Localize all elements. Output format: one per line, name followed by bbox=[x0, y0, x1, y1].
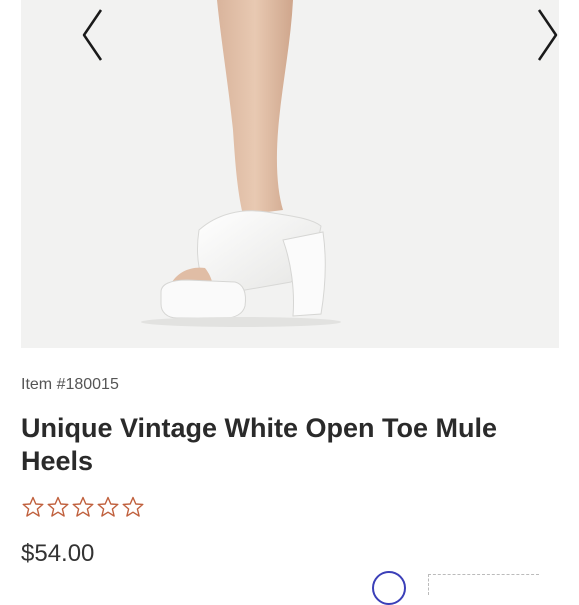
chevron-left-icon bbox=[82, 9, 103, 61]
item-number: Item #180015 bbox=[21, 376, 119, 393]
previous-image-button[interactable] bbox=[73, 6, 113, 64]
star-rating[interactable] bbox=[21, 495, 145, 519]
partial-widget bbox=[428, 574, 539, 595]
product-price: $54.00 bbox=[21, 540, 95, 567]
star-icon[interactable] bbox=[96, 495, 120, 519]
product-title: Unique Vintage White Open Toe Mule Heels bbox=[21, 413, 498, 476]
star-icon[interactable] bbox=[46, 495, 70, 519]
next-image-button[interactable] bbox=[527, 6, 559, 64]
star-icon[interactable] bbox=[21, 495, 45, 519]
chevron-right-icon bbox=[537, 9, 558, 61]
chat-help-button[interactable] bbox=[372, 571, 406, 605]
star-icon[interactable] bbox=[71, 495, 95, 519]
star-icon[interactable] bbox=[121, 495, 145, 519]
product-image-gallery[interactable] bbox=[21, 0, 559, 348]
